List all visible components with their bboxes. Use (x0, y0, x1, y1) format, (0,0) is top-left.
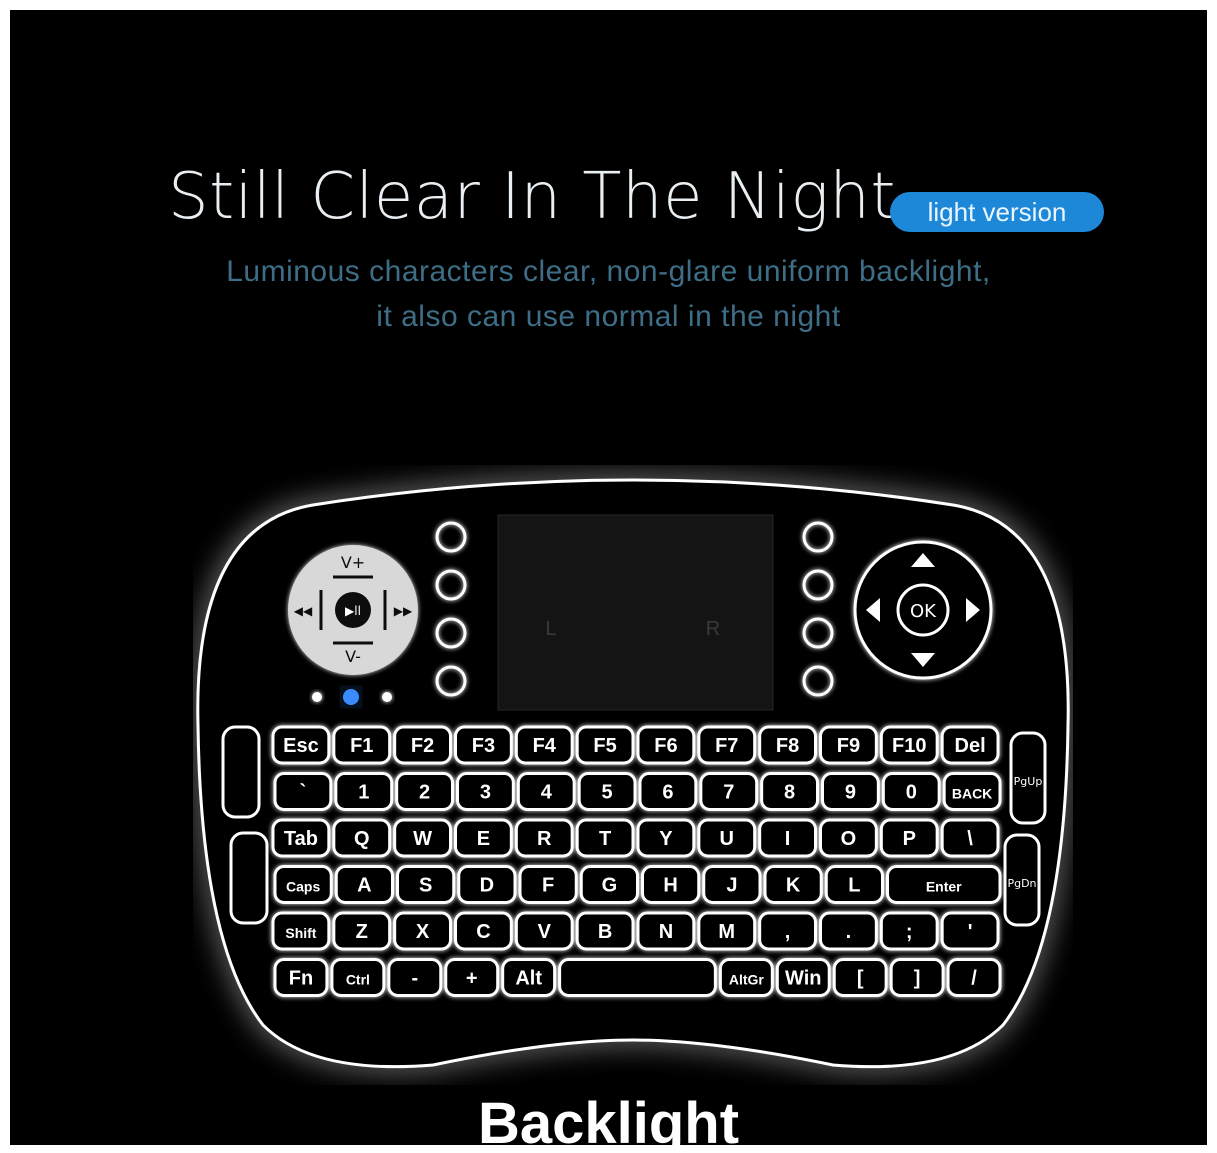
key-label: 3 (480, 782, 491, 804)
key-label: L (848, 875, 860, 897)
key-label: O (841, 828, 857, 850)
key-label: 1 (358, 782, 369, 804)
key-label: F10 (892, 735, 926, 757)
key-label: F9 (837, 735, 860, 757)
key-label: F1 (350, 735, 373, 757)
subtitle-line-1: Luminous characters clear, non-glare uni… (226, 255, 991, 288)
subtitle-line-2: it also can use normal in the night (376, 300, 841, 333)
key-label: 5 (602, 782, 613, 804)
key-label: / (971, 968, 977, 990)
key-label: T (599, 828, 611, 850)
key-label: Del (955, 735, 986, 757)
svg-text:PgDn: PgDn (1007, 877, 1036, 890)
key-label: Tab (284, 828, 318, 850)
svg-text:PgUp: PgUp (1014, 775, 1043, 788)
key-label: G (602, 875, 618, 897)
key-label: F7 (715, 735, 738, 757)
key-label: 2 (419, 782, 430, 804)
touchpad (497, 514, 774, 711)
key-label: 4 (541, 782, 553, 804)
backlit-keyboard: LR V+ V- ▶ll ◀◀ ▶▶ OK Esc F1 F2 F3 F4 F5 F6 F7 (196, 478, 1070, 1069)
key-label: F5 (593, 735, 616, 757)
product-image-frame: Still Clear In The Night light version L… (10, 10, 1207, 1145)
key-label: Fn (289, 968, 313, 990)
key-label: V (538, 921, 552, 943)
key-label: Y (659, 828, 673, 850)
svg-text:▶▶: ▶▶ (394, 604, 413, 618)
key-label: U (720, 828, 734, 850)
key (558, 958, 717, 997)
key-label: D (480, 875, 494, 897)
key-label: . (846, 921, 852, 943)
touchpad-label: R (706, 618, 720, 640)
key-label: BACK (952, 786, 992, 802)
key-label: 8 (784, 782, 795, 804)
key-label: F2 (411, 735, 434, 757)
key-label: K (786, 875, 801, 897)
key-label: \ (967, 828, 973, 850)
key-label: B (598, 921, 612, 943)
key-label: Ctrl (346, 972, 370, 988)
volume-up-label: V+ (341, 553, 365, 572)
key-label: X (416, 921, 430, 943)
key-label: J (726, 875, 737, 897)
navigation-dpad: OK (853, 540, 993, 680)
key-label: Q (354, 828, 370, 850)
key-label: A (357, 875, 371, 897)
key-label: C (476, 921, 490, 943)
key-label: ` (300, 782, 307, 804)
key-label: 7 (723, 782, 734, 804)
svg-text:OK: OK (910, 601, 937, 622)
key-label: S (419, 875, 432, 897)
key-label: Z (356, 921, 368, 943)
key-label: Caps (286, 879, 320, 895)
key-label: Win (785, 968, 821, 990)
key-label: F (542, 875, 554, 897)
key-label: F6 (654, 735, 677, 757)
key-label: ; (906, 921, 913, 943)
key-label: R (537, 828, 552, 850)
key-label: M (718, 921, 735, 943)
headline: Still Clear In The Night (168, 160, 896, 234)
key-label: Shift (285, 925, 316, 941)
key-label: Esc (283, 735, 319, 757)
light-version-badge: light version (890, 192, 1104, 232)
key-label: Enter (926, 879, 962, 895)
volume-down-label: V- (345, 647, 361, 666)
key-label: F8 (776, 735, 799, 757)
key-label: H (663, 875, 677, 897)
svg-text:▶ll: ▶ll (345, 604, 361, 618)
key-label: - (411, 968, 418, 990)
key-label: Alt (515, 968, 542, 990)
key-label: F3 (472, 735, 495, 757)
key-label: F4 (533, 735, 557, 757)
key-label: I (785, 828, 791, 850)
key-label: W (413, 828, 432, 850)
key-label: , (785, 921, 791, 943)
key-label: 9 (845, 782, 856, 804)
svg-text:◀◀: ◀◀ (294, 604, 313, 618)
key-label: AltGr (729, 972, 765, 988)
key-label: N (659, 921, 673, 943)
key-label: + (466, 968, 478, 990)
key-label: E (477, 828, 490, 850)
touchpad-label: L (545, 618, 556, 640)
key-label: ' (968, 921, 973, 943)
key-label: 6 (662, 782, 673, 804)
caption: Backlight (477, 1091, 740, 1145)
media-dpad: V+ V- ▶ll ◀◀ ▶▶ (288, 545, 418, 675)
key-label: 0 (906, 782, 917, 804)
key-label: [ (857, 968, 864, 990)
key-label: P (903, 828, 916, 850)
key-label: ] (914, 968, 921, 990)
